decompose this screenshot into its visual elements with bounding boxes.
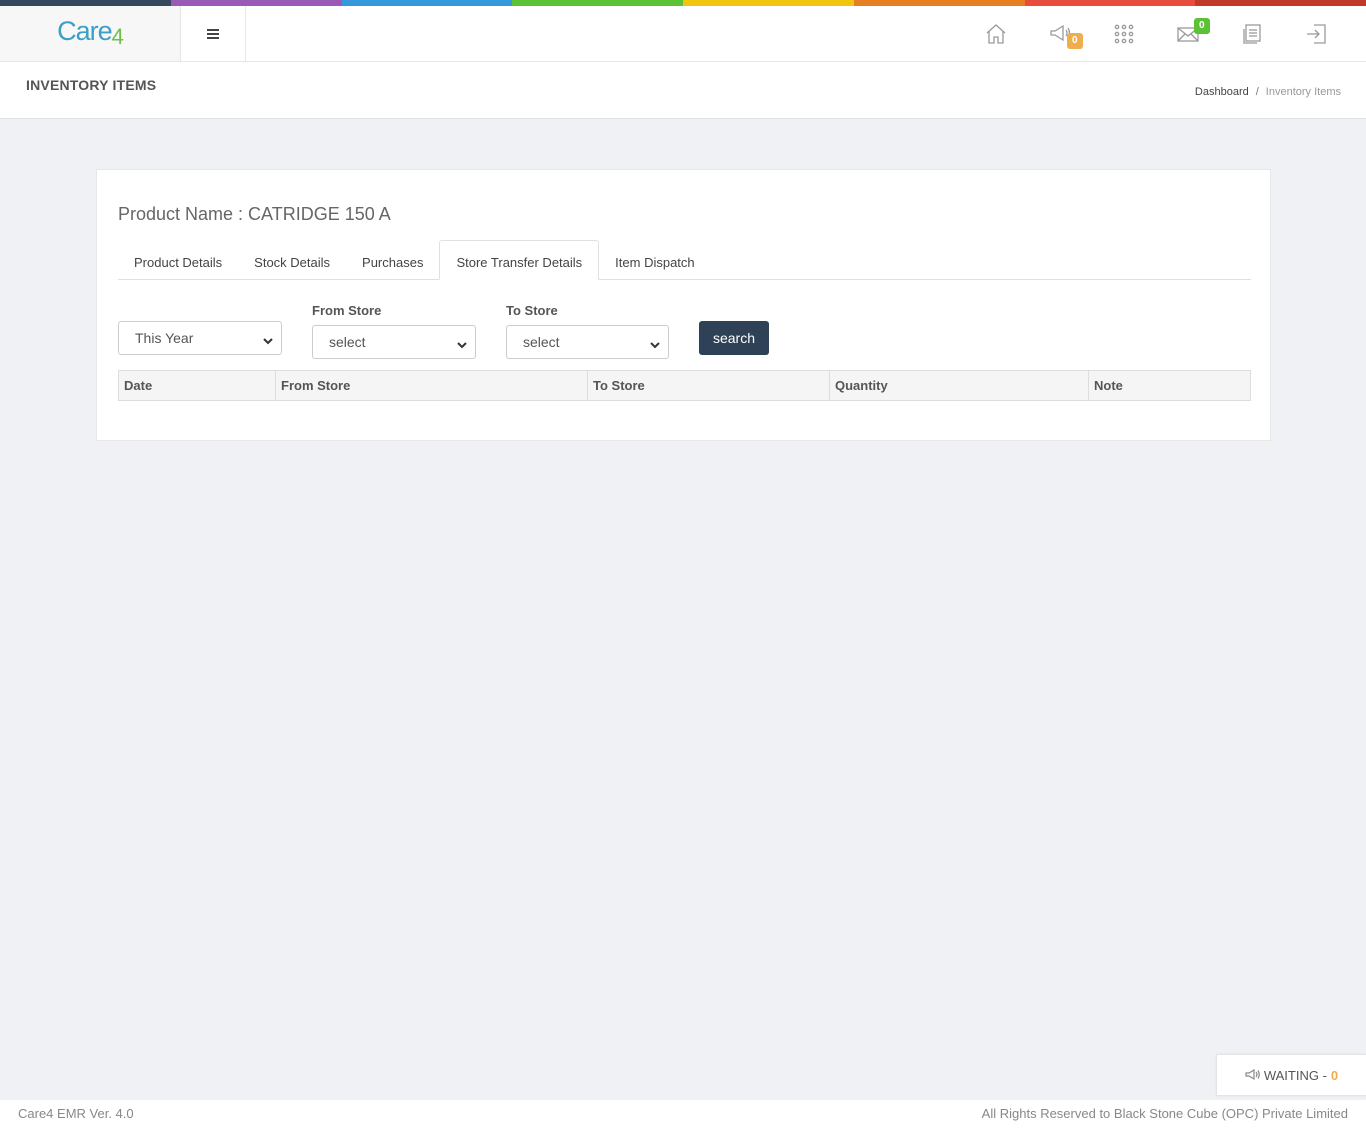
logo-text: Care — [57, 16, 113, 46]
hamburger-icon — [207, 28, 219, 39]
top-header: Care4 0 0 — [0, 6, 1366, 62]
footer-copyright: All Rights Reserved to Black Stone Cube … — [981, 1106, 1348, 1121]
apps-grid-icon — [1114, 24, 1134, 43]
messages-button[interactable]: 0 — [1156, 6, 1220, 61]
home-icon — [986, 23, 1006, 44]
tab-item-dispatch[interactable]: Item Dispatch — [599, 240, 710, 280]
product-name-heading: Product Name : CATRIDGE 150 A — [118, 204, 391, 224]
inventory-item-card: Product Name : CATRIDGE 150 A Product De… — [96, 169, 1271, 441]
to-store-select-value: select — [523, 334, 560, 350]
transfer-table: Date From Store To Store Quantity Note — [118, 370, 1251, 401]
search-button[interactable]: search — [699, 321, 769, 355]
to-store-label: To Store — [506, 303, 558, 318]
to-store-select[interactable]: select — [506, 325, 669, 359]
page-title: INVENTORY ITEMS — [26, 77, 157, 93]
header-icon-bar: 0 0 — [964, 6, 1348, 61]
page-title-bar: INVENTORY ITEMS Dashboard / Inventory Item… — [0, 62, 1366, 119]
footer: Care4 EMR Ver. 4.0 All Rights Reserved t… — [0, 1100, 1366, 1135]
tab-product-details[interactable]: Product Details — [118, 240, 238, 280]
footer-version: Care4 EMR Ver. 4.0 — [18, 1106, 134, 1121]
item-tabs: Product Details Stock Details Purchases … — [118, 240, 1251, 280]
announcement-icon — [1245, 1069, 1260, 1081]
column-header-note[interactable]: Note — [1089, 371, 1250, 400]
breadcrumb-dashboard-link[interactable]: Dashboard — [1195, 86, 1249, 98]
apps-button[interactable] — [1092, 6, 1156, 61]
logo-container[interactable]: Care4 — [0, 6, 181, 61]
period-select[interactable]: This Year — [118, 321, 282, 355]
logo: Care4 — [57, 16, 124, 49]
menu-toggle-button[interactable] — [181, 6, 246, 61]
transfer-filters: This Year From Store select To Store sel… — [118, 298, 1251, 360]
from-store-label: From Store — [312, 303, 382, 318]
waiting-queue-widget[interactable]: WAITING - 0 — [1216, 1054, 1366, 1096]
tab-stock-details[interactable]: Stock Details — [238, 240, 346, 280]
waiting-label: WAITING - — [1263, 1067, 1327, 1083]
announcement-badge: 0 — [1067, 33, 1083, 49]
from-store-select[interactable]: select — [312, 325, 476, 359]
breadcrumb-separator: / — [1255, 86, 1259, 98]
tab-purchases[interactable]: Purchases — [346, 240, 439, 280]
document-icon — [1243, 23, 1261, 44]
column-header-date[interactable]: Date — [119, 371, 276, 400]
logout-icon — [1307, 23, 1326, 44]
chevron-down-icon — [457, 337, 467, 349]
breadcrumb-current: Inventory Items — [1265, 86, 1341, 98]
logo-suffix: 4 — [111, 24, 124, 49]
column-header-to-store[interactable]: To Store — [588, 371, 830, 400]
reports-button[interactable] — [1220, 6, 1284, 61]
breadcrumb: Dashboard / Inventory Items — [1195, 86, 1341, 98]
waiting-count: 0 — [1330, 1067, 1339, 1083]
period-select-value: This Year — [135, 330, 194, 346]
column-header-from-store[interactable]: From Store — [276, 371, 588, 400]
column-header-quantity[interactable]: Quantity — [830, 371, 1089, 400]
from-store-select-value: select — [329, 334, 366, 350]
tab-store-transfer-details[interactable]: Store Transfer Details — [439, 240, 600, 280]
announcements-button[interactable]: 0 — [1028, 6, 1092, 61]
chevron-down-icon — [650, 337, 660, 349]
chevron-down-icon — [263, 333, 273, 345]
logout-button[interactable] — [1284, 6, 1348, 61]
home-button[interactable] — [964, 6, 1028, 61]
mail-badge: 0 — [1194, 18, 1210, 34]
